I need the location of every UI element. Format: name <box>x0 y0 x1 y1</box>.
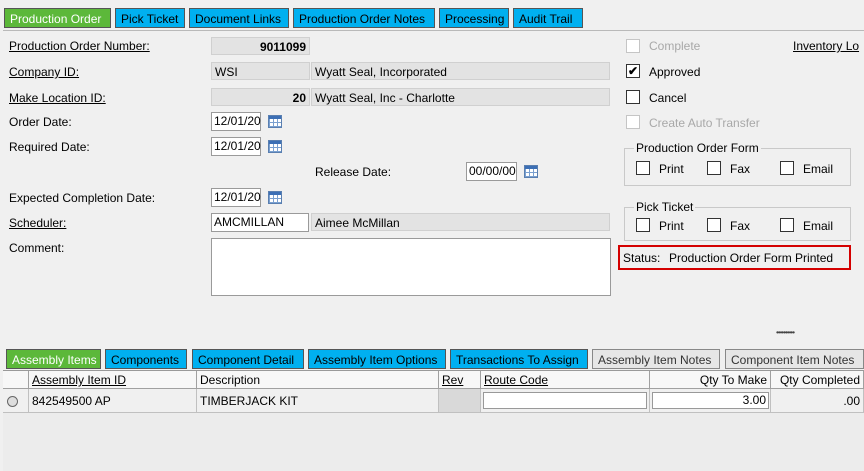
pick-ticket-title: Pick Ticket <box>634 200 696 214</box>
required-date-input[interactable]: 12/01/20 <box>211 137 261 156</box>
create-auto-transfer-label: Create Auto Transfer <box>649 116 760 130</box>
pof-email-checkbox[interactable] <box>780 161 794 175</box>
expected-completion-date-input[interactable]: 12/01/20 <box>211 188 261 207</box>
column-header-assembly-item-id[interactable]: Assembly Item ID <box>29 371 197 389</box>
tab-pick-ticket[interactable]: Pick Ticket <box>115 8 185 28</box>
splitter-handle[interactable]: •••••••••• <box>776 328 795 337</box>
tab-processing[interactable]: Processing <box>439 8 509 28</box>
pof-fax-checkbox[interactable] <box>707 161 721 175</box>
column-header-description[interactable]: Description <box>197 371 439 389</box>
pof-print-checkbox[interactable] <box>636 161 650 175</box>
column-header-route-code[interactable]: Route Code <box>481 371 650 389</box>
cancel-checkbox[interactable] <box>626 90 640 104</box>
row-selector[interactable] <box>3 389 29 413</box>
pt-print-checkbox[interactable] <box>636 218 650 232</box>
pt-print-label: Print <box>659 219 684 233</box>
cell-route-code[interactable] <box>481 389 650 413</box>
comment-textarea[interactable] <box>211 238 611 296</box>
radio-icon[interactable] <box>7 396 18 407</box>
comment-label: Comment: <box>9 241 65 255</box>
tab-assembly-items[interactable]: Assembly Items <box>6 349 101 369</box>
tab-assembly-item-notes[interactable]: Assembly Item Notes <box>592 349 720 369</box>
company-name-field: Wyatt Seal, Incorporated <box>311 62 610 80</box>
approved-label: Approved <box>649 65 701 79</box>
cancel-label: Cancel <box>649 91 687 105</box>
column-header-qty-completed[interactable]: Qty Completed <box>771 371 864 389</box>
cell-qty-completed[interactable]: .00 <box>771 389 864 413</box>
qty-to-make-input[interactable]: 3.00 <box>652 392 769 409</box>
cell-qty-to-make[interactable]: 3.00 <box>650 389 771 413</box>
route-code-input[interactable] <box>483 392 647 409</box>
pof-print-label: Print <box>659 162 684 176</box>
make-location-id-label[interactable]: Make Location ID: <box>9 91 106 105</box>
company-id-label[interactable]: Company ID: <box>9 65 79 79</box>
column-header-qty-to-make[interactable]: Qty To Make <box>650 371 771 389</box>
cell-rev[interactable] <box>439 389 481 413</box>
tab-component-detail[interactable]: Component Detail <box>192 349 304 369</box>
release-date-input[interactable]: 00/00/00 <box>466 162 517 181</box>
calendar-icon[interactable] <box>268 140 282 153</box>
pof-email-label: Email <box>803 162 834 176</box>
cell-assembly-item-id[interactable]: 842549500 AP <box>29 389 197 413</box>
scheduler-id-input[interactable]: AMCMILLAN <box>211 213 309 232</box>
create-auto-transfer-checkbox[interactable] <box>626 115 640 129</box>
approved-checkbox[interactable]: ✔ <box>626 64 640 78</box>
tab-audit-trail[interactable]: Audit Trail <box>513 8 583 28</box>
pt-email-checkbox[interactable] <box>780 218 794 232</box>
scheduler-name-field: Aimee McMillan <box>311 213 610 231</box>
production-order-number-label[interactable]: Production Order Number: <box>9 39 150 53</box>
status-value: Production Order Form Printed <box>669 251 834 265</box>
tab-components[interactable]: Components <box>105 349 187 369</box>
calendar-icon[interactable] <box>268 115 282 128</box>
assembly-items-grid: Assembly Item ID Description Rev Route C… <box>3 370 864 471</box>
tab-production-order-notes[interactable]: Production Order Notes <box>293 8 435 28</box>
pof-fax-label: Fax <box>730 162 751 176</box>
required-date-label: Required Date: <box>9 140 90 154</box>
row-selector-header <box>3 371 29 389</box>
complete-checkbox[interactable] <box>626 39 640 53</box>
complete-label: Complete <box>649 39 701 53</box>
pt-fax-label: Fax <box>730 219 751 233</box>
order-date-label: Order Date: <box>9 115 72 129</box>
expected-completion-date-label: Expected Completion Date: <box>9 191 156 205</box>
tab-transactions-to-assign[interactable]: Transactions To Assign <box>450 349 588 369</box>
scheduler-label[interactable]: Scheduler: <box>9 216 66 230</box>
tab-component-item-notes[interactable]: Component Item Notes <box>725 349 864 369</box>
pt-fax-checkbox[interactable] <box>707 218 721 232</box>
release-date-label: Release Date: <box>315 165 392 179</box>
make-location-name-field: Wyatt Seal, Inc - Charlotte <box>311 88 610 106</box>
column-header-rev[interactable]: Rev <box>439 371 481 389</box>
pt-email-label: Email <box>803 219 834 233</box>
calendar-icon[interactable] <box>268 191 282 204</box>
order-date-input[interactable]: 12/01/20 <box>211 112 261 131</box>
tab-production-order[interactable]: Production Order <box>4 8 111 28</box>
production-order-form-title: Production Order Form <box>634 141 761 155</box>
cell-description[interactable]: TIMBERJACK KIT <box>197 389 439 413</box>
status-label: Status: <box>623 251 661 265</box>
make-location-id-field: 20 <box>211 88 310 106</box>
inventory-location-link[interactable]: Inventory Lo <box>793 39 859 53</box>
company-id-field: WSI <box>211 62 310 80</box>
tab-assembly-item-options[interactable]: Assembly Item Options <box>308 349 446 369</box>
production-order-number-field: 9011099 <box>211 37 310 55</box>
calendar-icon[interactable] <box>524 165 538 178</box>
tab-document-links[interactable]: Document Links <box>189 8 289 28</box>
